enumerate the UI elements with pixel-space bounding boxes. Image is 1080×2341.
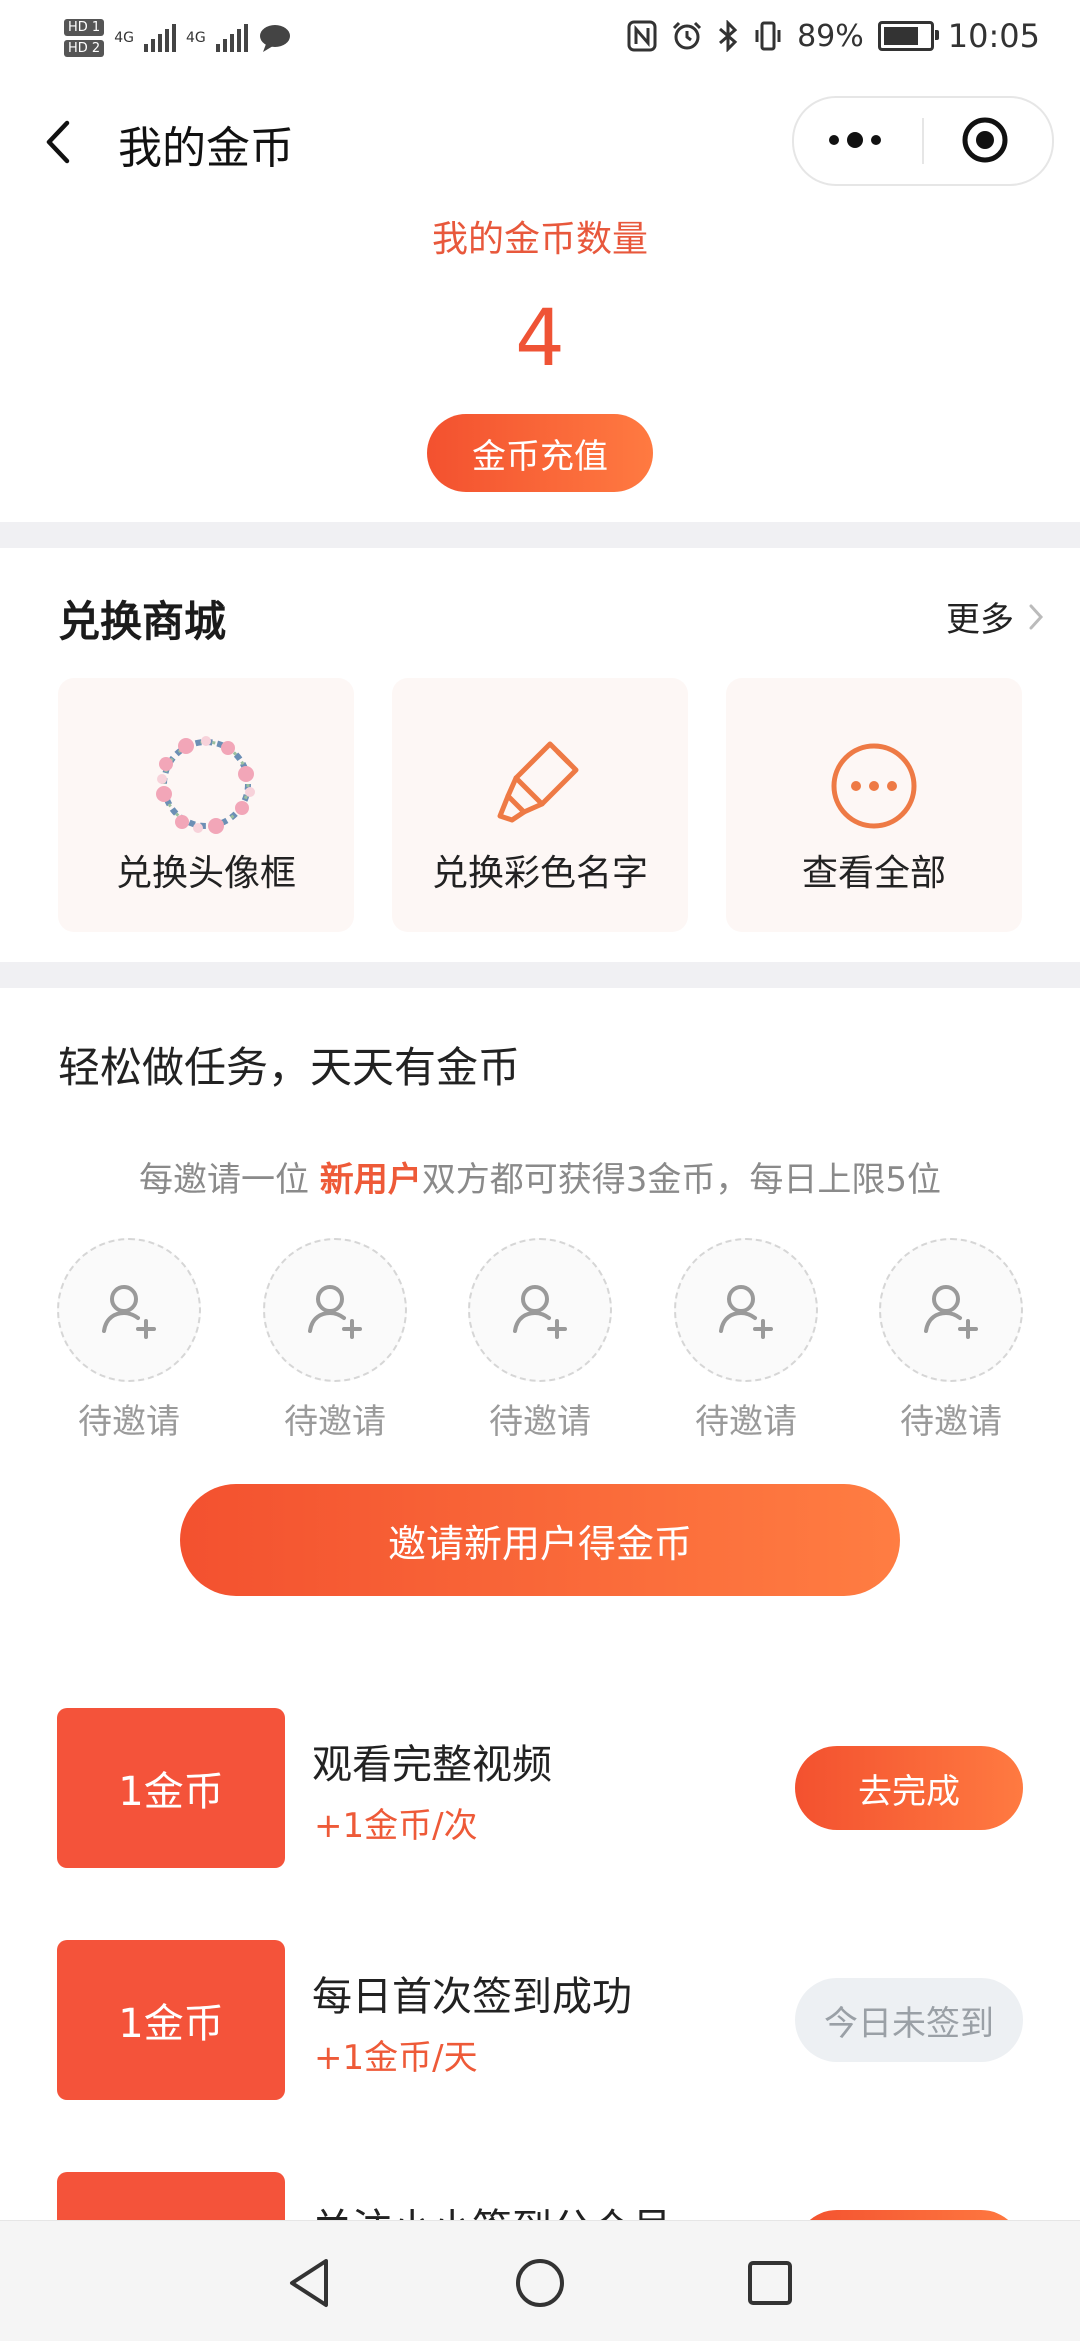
close-miniprogram-button[interactable] <box>960 115 1010 165</box>
nav-bar: 我的金币 <box>0 72 1080 212</box>
invite-slot-label: 待邀请 <box>489 1402 591 1442</box>
invite-slot-circle <box>468 1238 612 1382</box>
task-row: 1金币 观看完整视频 +1金币/次 去完成 <box>0 1708 1080 1868</box>
balance-value: 4 <box>515 294 565 384</box>
task-reward: +1金币/天 <box>314 2038 478 2078</box>
system-nav-bar <box>0 2220 1080 2341</box>
shop-card-label: 查看全部 <box>801 853 946 894</box>
invite-slot-label: 待邀请 <box>78 1402 180 1442</box>
chat-bubble-icon <box>259 25 290 52</box>
invite-note-post: 双方都可获得3金币，每日上限5位 <box>421 1160 942 1200</box>
invite-slot-circle <box>674 1238 818 1382</box>
recharge-button[interactable]: 金币充值 <box>427 414 653 492</box>
back-triangle-icon[interactable] <box>286 2257 334 2309</box>
task-coin-badge: 1金币 <box>57 1940 285 2100</box>
shop-title: 兑换商城 <box>58 597 227 646</box>
invite-new-user-button[interactable]: 邀请新用户得金币 <box>180 1484 900 1596</box>
sign-in-status-button[interactable]: 今日未签到 <box>795 1978 1023 2062</box>
home-circle-icon[interactable] <box>514 2257 566 2309</box>
section-divider <box>0 962 1080 988</box>
mini-program-capsule <box>792 96 1054 186</box>
section-divider <box>0 522 1080 548</box>
status-right: 89% 10:05 <box>627 14 1040 58</box>
invite-slot[interactable]: 待邀请 <box>879 1238 1023 1443</box>
shop-more-link[interactable]: 更多 <box>946 592 1044 641</box>
hd1-badge: HD 1 <box>64 19 105 36</box>
task-row: 1金币 每日首次签到成功 +1金币/天 今日未签到 <box>0 1940 1080 2100</box>
more-circle-icon <box>831 743 917 829</box>
invite-slot[interactable]: 待邀请 <box>57 1238 201 1443</box>
battery-icon <box>877 21 939 51</box>
task-reward: +1金币/次 <box>314 1806 478 1846</box>
invite-note: 每邀请一位 新用户双方都可获得3金币，每日上限5位 <box>0 1152 1080 1201</box>
add-user-icon <box>308 1285 362 1339</box>
shop-card-label: 兑换彩色名字 <box>431 853 648 894</box>
balance-label: 我的金币数量 <box>431 219 648 260</box>
add-user-icon <box>513 1285 567 1339</box>
add-user-icon <box>102 1285 156 1339</box>
invite-note-highlight: 新用户 <box>319 1160 422 1200</box>
shop-more-label: 更多 <box>946 600 1014 640</box>
signal-icon-2 <box>215 24 248 52</box>
bluetooth-icon <box>719 20 738 52</box>
invite-slot[interactable]: 待邀请 <box>263 1238 407 1443</box>
shop-card-colored-name[interactable]: 兑换彩色名字 <box>392 678 688 932</box>
highlighter-icon <box>497 741 579 823</box>
add-user-icon <box>719 1285 773 1339</box>
add-user-icon <box>924 1285 978 1339</box>
task-name: 每日首次签到成功 <box>312 1974 632 2020</box>
battery-percent: 89% <box>797 18 864 54</box>
battery-fill <box>883 27 918 45</box>
back-button[interactable] <box>30 114 86 170</box>
invite-slot-label: 待邀请 <box>900 1402 1002 1442</box>
invite-note-pre: 每邀请一位 <box>138 1160 320 1200</box>
page-title: 我的金币 <box>118 123 294 174</box>
invite-slot-circle <box>57 1238 201 1382</box>
shop-card-label: 兑换头像框 <box>115 853 296 894</box>
clock: 10:05 <box>947 17 1040 55</box>
task-coin-badge: 1金币 <box>57 1708 285 1868</box>
invite-slot-circle <box>263 1238 407 1382</box>
tasks-heading: 轻松做任务，天天有金币 <box>58 1043 521 1092</box>
chevron-left-icon <box>46 120 70 164</box>
network-type-2: 4G <box>185 30 206 46</box>
vibrate-icon <box>755 21 781 51</box>
invite-slot[interactable]: 待邀请 <box>674 1238 818 1443</box>
recents-square-icon[interactable] <box>746 2259 794 2307</box>
invite-slot[interactable]: 待邀请 <box>468 1238 612 1443</box>
shop-card-view-all[interactable]: 查看全部 <box>726 678 1022 932</box>
signal-icon <box>143 24 176 52</box>
hd-indicators: HD 1 HD 2 <box>64 19 105 57</box>
invite-slot-label: 待邀请 <box>695 1402 797 1442</box>
network-type-1: 4G <box>114 30 134 46</box>
status-bar: HD 1 HD 2 4G 4G 89% 10:05 <box>0 0 1080 72</box>
shop-card-avatar-frame[interactable]: 兑换头像框 <box>58 678 354 932</box>
capsule-divider <box>922 118 924 164</box>
alarm-icon <box>673 21 702 50</box>
hd2-badge: HD 2 <box>64 40 105 57</box>
status-left: HD 1 HD 2 4G 4G <box>64 10 292 66</box>
invite-slot-circle <box>879 1238 1023 1382</box>
nfc-icon <box>627 20 657 52</box>
task-name: 观看完整视频 <box>312 1742 552 1788</box>
task-action-button[interactable]: 去完成 <box>795 1746 1023 1830</box>
more-options-button[interactable] <box>829 132 881 148</box>
flower-wreath-icon <box>156 736 255 834</box>
invite-slot-label: 待邀请 <box>284 1402 386 1442</box>
chevron-right-icon <box>1029 604 1044 629</box>
